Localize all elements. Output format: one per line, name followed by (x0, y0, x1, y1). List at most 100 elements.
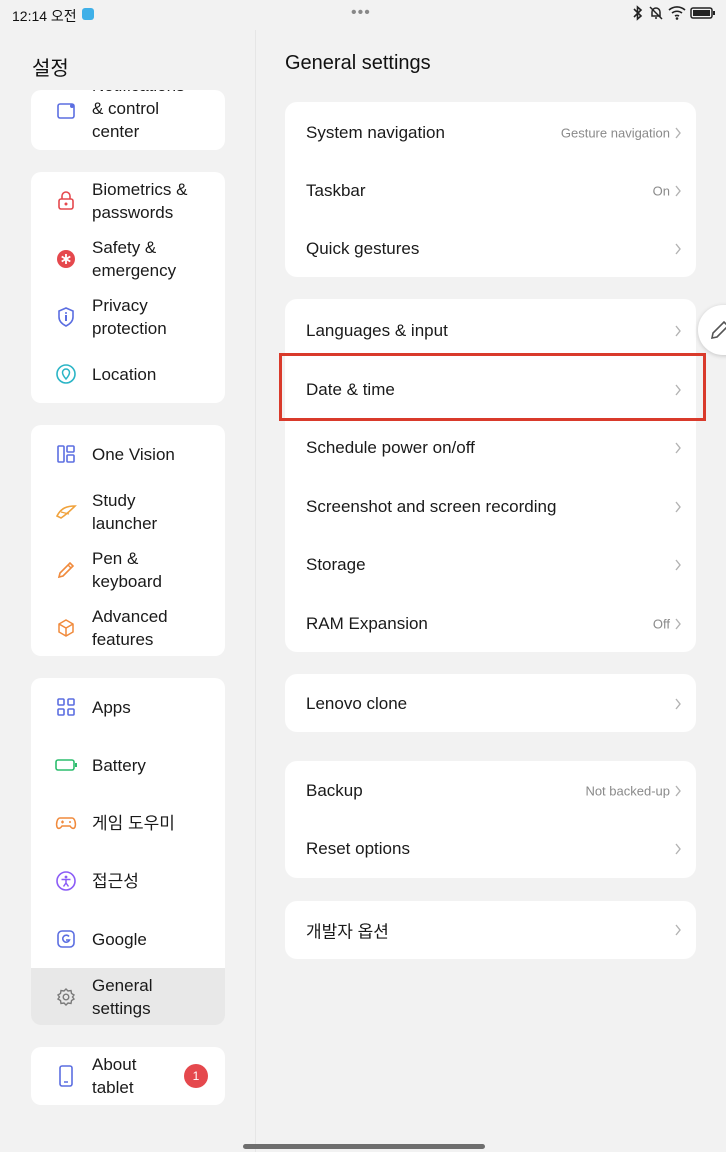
sidebar-item-notifications[interactable]: Notifications & control center (31, 90, 225, 150)
sidebar-item-privacy[interactable]: Privacy protection (31, 288, 225, 346)
sidebar-item-study-launcher[interactable]: Study launcher (31, 483, 225, 541)
chevron-right-icon (675, 698, 681, 710)
row-system-navigation[interactable]: System navigation Gesture navigation (285, 104, 696, 162)
sidebar-group-1: Notifications & control center (31, 90, 225, 150)
row-label: Backup (306, 781, 363, 800)
battery-status-icon (690, 7, 715, 19)
google-icon (55, 928, 77, 950)
chevron-right-icon (675, 501, 681, 513)
chevron-right-icon (675, 785, 681, 797)
row-reset-options[interactable]: Reset options (285, 820, 696, 878)
chevron-right-icon (675, 924, 681, 936)
sidebar-group-3: One Vision Study launcher Pen & keyboard… (31, 425, 225, 656)
row-label: Screenshot and screen recording (306, 497, 557, 516)
notification-icon (55, 100, 77, 122)
settings-section-3: Lenovo clone (285, 674, 696, 732)
row-schedule-power[interactable]: Schedule power on/off (285, 419, 696, 477)
chevron-right-icon (675, 127, 681, 139)
gamepad-icon (55, 812, 77, 834)
row-value: Not backed-up (585, 783, 670, 799)
sidebar-item-safety[interactable]: Safety & emergency (31, 230, 225, 288)
row-value: Off (652, 616, 670, 632)
study-icon (55, 501, 77, 523)
location-icon (55, 363, 77, 385)
sidebar-item-biometrics[interactable]: Biometrics & passwords (31, 172, 225, 230)
row-taskbar[interactable]: Taskbar On (285, 162, 696, 220)
chevron-right-icon (675, 325, 681, 337)
sidebar-item-label: Advanced features (92, 607, 168, 649)
app-notification-icon (82, 8, 94, 20)
chevron-right-icon (675, 843, 681, 855)
sidebar-item-google[interactable]: Google (31, 910, 225, 968)
sidebar-item-battery[interactable]: Battery (31, 736, 225, 794)
row-developer-options[interactable]: 개발자 옵션 (285, 901, 696, 959)
pen-icon (55, 559, 77, 581)
sidebar-group-4: Apps Battery 게임 도우미 접근성 Google General s… (31, 678, 225, 1025)
row-storage[interactable]: Storage (285, 536, 696, 594)
multitask-dots-icon[interactable]: ••• (351, 4, 371, 22)
chevron-right-icon (675, 185, 681, 197)
battery-icon (55, 754, 77, 776)
sidebar-item-general-settings[interactable]: General settings (31, 968, 225, 1025)
sidebar-item-label: Apps (92, 698, 131, 717)
pane-divider (255, 30, 256, 1152)
home-indicator[interactable] (243, 1144, 485, 1149)
sidebar-item-label: Safety & emergency (92, 238, 177, 280)
status-bar: 12:14 오전 ••• (0, 0, 726, 30)
row-label: 개발자 옵션 (306, 922, 389, 942)
row-label: Quick gestures (306, 239, 420, 258)
row-backup[interactable]: Backup Not backed-up (285, 762, 696, 820)
chevron-right-icon (675, 243, 681, 255)
tablet-icon (55, 1065, 77, 1087)
wifi-icon (668, 6, 686, 20)
sidebar-item-label: One Vision (92, 445, 175, 464)
sidebar-item-label: 접근성 (92, 872, 139, 891)
sidebar-item-location[interactable]: Location (31, 346, 225, 403)
status-icons (632, 5, 716, 21)
update-badge: 1 (184, 1064, 208, 1088)
one-vision-icon (55, 443, 77, 465)
settings-section-1: System navigation Gesture navigation Tas… (285, 102, 696, 277)
sidebar-item-label: Battery (92, 756, 146, 775)
sidebar-item-label: 게임 도우미 (92, 814, 175, 833)
bluetooth-icon (633, 5, 643, 21)
row-languages-input[interactable]: Languages & input (285, 302, 696, 360)
highlight-box (279, 353, 706, 421)
sidebar-item-label: About tablet (92, 1055, 137, 1097)
shield-icon (55, 306, 77, 328)
sidebar-item-label: Biometrics & passwords (92, 180, 188, 222)
sidebar-item-label: Google (92, 930, 147, 949)
sidebar-item-label: Notifications & control center (92, 90, 185, 141)
row-label: RAM Expansion (306, 614, 428, 633)
chevron-right-icon (675, 442, 681, 454)
sidebar-item-advanced-features[interactable]: Advanced features (31, 599, 225, 656)
gear-icon (55, 986, 77, 1008)
sidebar-item-game-assistant[interactable]: 게임 도우미 (31, 794, 225, 852)
sidebar-item-label: General settings (92, 976, 153, 1018)
sidebar-title: 설정 (32, 58, 69, 80)
sidebar-item-label: Location (92, 365, 157, 384)
row-label: Languages & input (306, 321, 448, 340)
floating-pen-tab[interactable] (698, 305, 726, 355)
sidebar-item-one-vision[interactable]: One Vision (31, 425, 225, 483)
row-lenovo-clone[interactable]: Lenovo clone (285, 675, 696, 733)
mute-bell-icon (649, 6, 663, 20)
sidebar-item-apps[interactable]: Apps (31, 678, 225, 736)
row-screenshot-recording[interactable]: Screenshot and screen recording (285, 478, 696, 536)
row-quick-gestures[interactable]: Quick gestures (285, 220, 696, 278)
asterisk-icon (55, 248, 77, 270)
row-value: On (652, 183, 670, 199)
page-title: General settings (285, 52, 431, 74)
row-ram-expansion[interactable]: RAM Expansion Off (285, 595, 696, 653)
sidebar-item-about-tablet[interactable]: About tablet 1 (31, 1047, 225, 1105)
settings-section-5: 개발자 옵션 (285, 901, 696, 959)
settings-section-4: Backup Not backed-up Reset options (285, 761, 696, 878)
row-label: System navigation (306, 123, 445, 142)
chevron-right-icon (675, 559, 681, 571)
sidebar-item-accessibility[interactable]: 접근성 (31, 852, 225, 910)
sidebar-group-2: Biometrics & passwords Safety & emergenc… (31, 172, 225, 403)
sidebar-item-pen-keyboard[interactable]: Pen & keyboard (31, 541, 225, 599)
settings-section-2: Languages & input Date & time Schedule p… (285, 299, 696, 652)
sidebar-item-label: Study launcher (92, 491, 158, 533)
row-label: Reset options (306, 839, 410, 858)
